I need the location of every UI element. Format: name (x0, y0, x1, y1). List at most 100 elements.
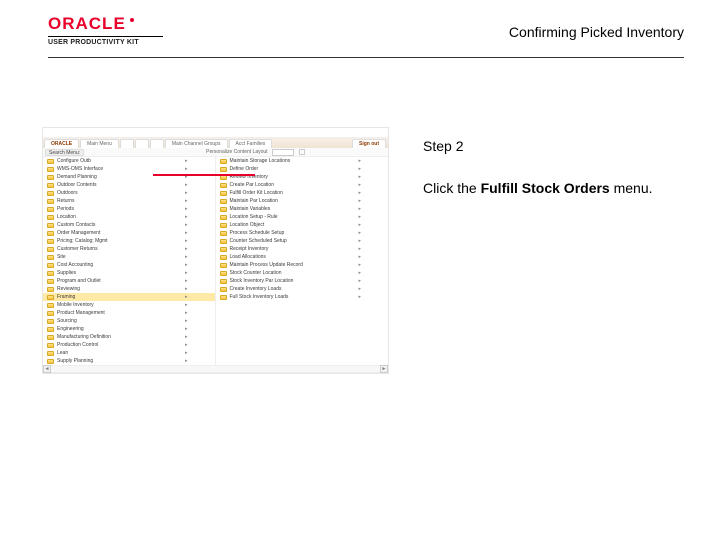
chevron-right-icon: ▸ (358, 262, 361, 268)
submenu-item[interactable]: Maintain Process Update Record ▸ (216, 261, 389, 269)
submenu-item-label: Process Schedule Setup (230, 230, 285, 236)
folder-icon (47, 159, 54, 164)
scroll-left-button[interactable]: ◄ (43, 365, 51, 373)
folder-icon (47, 303, 54, 308)
menu-item[interactable]: Returns▸ (43, 197, 215, 205)
menu-item[interactable]: Location▸ (43, 213, 215, 221)
submenu-item[interactable]: Maintain Variables▸ (216, 205, 389, 213)
folder-icon (47, 311, 54, 316)
tab-oracle[interactable]: ORACLE (44, 139, 79, 148)
menu-item[interactable]: Outdoors▸ (43, 189, 215, 197)
menu-item[interactable]: Configure Outb ▸ (43, 157, 215, 165)
chevron-right-icon: ▸ (358, 158, 361, 164)
chevron-right-icon: ▸ (185, 302, 188, 308)
menu-item[interactable]: Lean▸ (43, 349, 215, 357)
scroll-right-button[interactable]: ► (380, 365, 388, 373)
chevron-right-icon: ▸ (185, 158, 188, 164)
submenu-item[interactable]: Counter Scheduled Setup▸ (216, 237, 389, 245)
submenu-item-label: Maintain Process Update Record (230, 262, 303, 268)
submenu-item[interactable]: Load Allocations▸ (216, 253, 389, 261)
menu-column-left: Configure Outb▸WMS-OMS Interface▸Demand … (43, 157, 216, 365)
submenu-item[interactable]: Define Order▸ (216, 165, 389, 173)
menu-item[interactable]: Product Management▸ (43, 309, 215, 317)
search-bar: Search Menu: Personalize Content Layout (43, 148, 388, 157)
submenu-item[interactable]: Location Setup - Rule▸ (216, 213, 389, 221)
menu-item[interactable]: Engineering ▸ (43, 325, 215, 333)
submenu-item-label: Receipt Inventory (230, 246, 269, 252)
tab-main-menu[interactable]: Main Menu (80, 139, 119, 148)
instruction-text: Click the Fulfill Stock Orders menu. (423, 180, 653, 196)
submenu-item[interactable]: Create Inventory Loads▸ (216, 285, 389, 293)
menu-item-label: Outdoors (57, 190, 78, 196)
menu-item-label: Pricing; Catalog; Mgmt (57, 238, 108, 244)
menu-item[interactable]: Reviewing▸ (43, 285, 215, 293)
menu-item[interactable]: WMS-OMS Interface▸ (43, 165, 215, 173)
tab-blank[interactable] (150, 139, 164, 148)
submenu-item[interactable]: Fulfill Order Kit Location▸ (216, 189, 389, 197)
submenu-item[interactable]: Stock Counter Location▸ (216, 269, 389, 277)
menu-item[interactable]: Program and Outlet▸ (43, 277, 215, 285)
brand-dot-icon (130, 18, 134, 22)
submenu-item-label: Load Allocations (230, 254, 266, 260)
folder-icon (220, 207, 227, 212)
submenu-item[interactable]: Stock Inventory Par Location▸ (216, 277, 389, 285)
chevron-right-icon: ▸ (358, 230, 361, 236)
menu-item[interactable]: Periods▸ (43, 205, 215, 213)
scroll-track[interactable] (51, 365, 380, 373)
folder-icon (220, 199, 227, 204)
menu-item[interactable]: Supplies▸ (43, 269, 215, 277)
chevron-right-icon: ▸ (185, 214, 188, 220)
tab-blank[interactable] (120, 139, 134, 148)
chevron-right-icon: ▸ (358, 278, 361, 284)
submenu-item[interactable]: Receipt Inventory▸ (216, 245, 389, 253)
menu-item[interactable]: Pricing; Catalog; Mgmt▸ (43, 237, 215, 245)
menu-item[interactable]: Outdoor Contents▸ (43, 181, 215, 189)
folder-icon (47, 223, 54, 228)
submenu-item[interactable]: Location Object▸ (216, 221, 389, 229)
chevron-right-icon: ▸ (358, 270, 361, 276)
tab-acct-families[interactable]: Acct Families (229, 139, 273, 148)
menu-item-label: Custom Contacts (57, 222, 95, 228)
submenu-item-label: Full Stock Inventory Loads (230, 294, 289, 300)
menu-item-label: Engineering (57, 326, 84, 332)
submenu-item[interactable]: Maintain Par Location▸ (216, 197, 389, 205)
submenu-item-label: Location Setup - Rule (230, 214, 278, 220)
tab-signout[interactable]: Sign out (352, 139, 386, 148)
menu-item[interactable]: Framing▸ (43, 293, 215, 301)
personalize-select[interactable] (272, 149, 294, 156)
submenu-item[interactable]: Process Schedule Setup ▸ (216, 229, 389, 237)
menu-item[interactable]: Site▸ (43, 253, 215, 261)
folder-icon (220, 239, 227, 244)
folder-icon (47, 343, 54, 348)
folder-icon (47, 327, 54, 332)
instruction-prefix: Click the (423, 180, 481, 196)
folder-icon (220, 167, 227, 172)
step-label: Step 2 (423, 138, 463, 154)
menu-item[interactable]: Mobile Inventory ▸ (43, 301, 215, 309)
menu-item[interactable]: Order Management▸ (43, 229, 215, 237)
menu-item[interactable]: Sourcing▸ (43, 317, 215, 325)
chevron-right-icon: ▸ (185, 222, 188, 228)
submenu-item[interactable]: Maintain Storage Locations▸ (216, 157, 389, 165)
tab-blank[interactable] (135, 139, 149, 148)
help-icon[interactable] (299, 149, 305, 155)
menu-item[interactable]: Custom Contacts ▸ (43, 221, 215, 229)
chevron-right-icon: ▸ (185, 326, 188, 332)
chevron-right-icon: ▸ (185, 342, 188, 348)
menu-item[interactable]: Cost Accounting▸ (43, 261, 215, 269)
menu-item[interactable]: Supply Planning▸ (43, 357, 215, 365)
menu-item-label: Mobile Inventory (57, 302, 94, 308)
menu-item-label: Configure Outb (57, 158, 91, 164)
menu-item[interactable]: Manufacturing Definition▸ (43, 333, 215, 341)
folder-icon (220, 223, 227, 228)
submenu-item[interactable]: Create Par Location▸ (216, 181, 389, 189)
menu-item[interactable]: Production Control▸ (43, 341, 215, 349)
chevron-right-icon: ▸ (358, 286, 361, 292)
folder-icon (220, 247, 227, 252)
tab-main-channel[interactable]: Main Channel Groups (165, 139, 228, 148)
menu-item-label: Order Management (57, 230, 100, 236)
menu-item[interactable]: Customer Returns▸ (43, 245, 215, 253)
submenu-item-label: Location Object (230, 222, 265, 228)
folder-icon (47, 279, 54, 284)
submenu-item[interactable]: Full Stock Inventory Loads▸ (216, 293, 389, 301)
